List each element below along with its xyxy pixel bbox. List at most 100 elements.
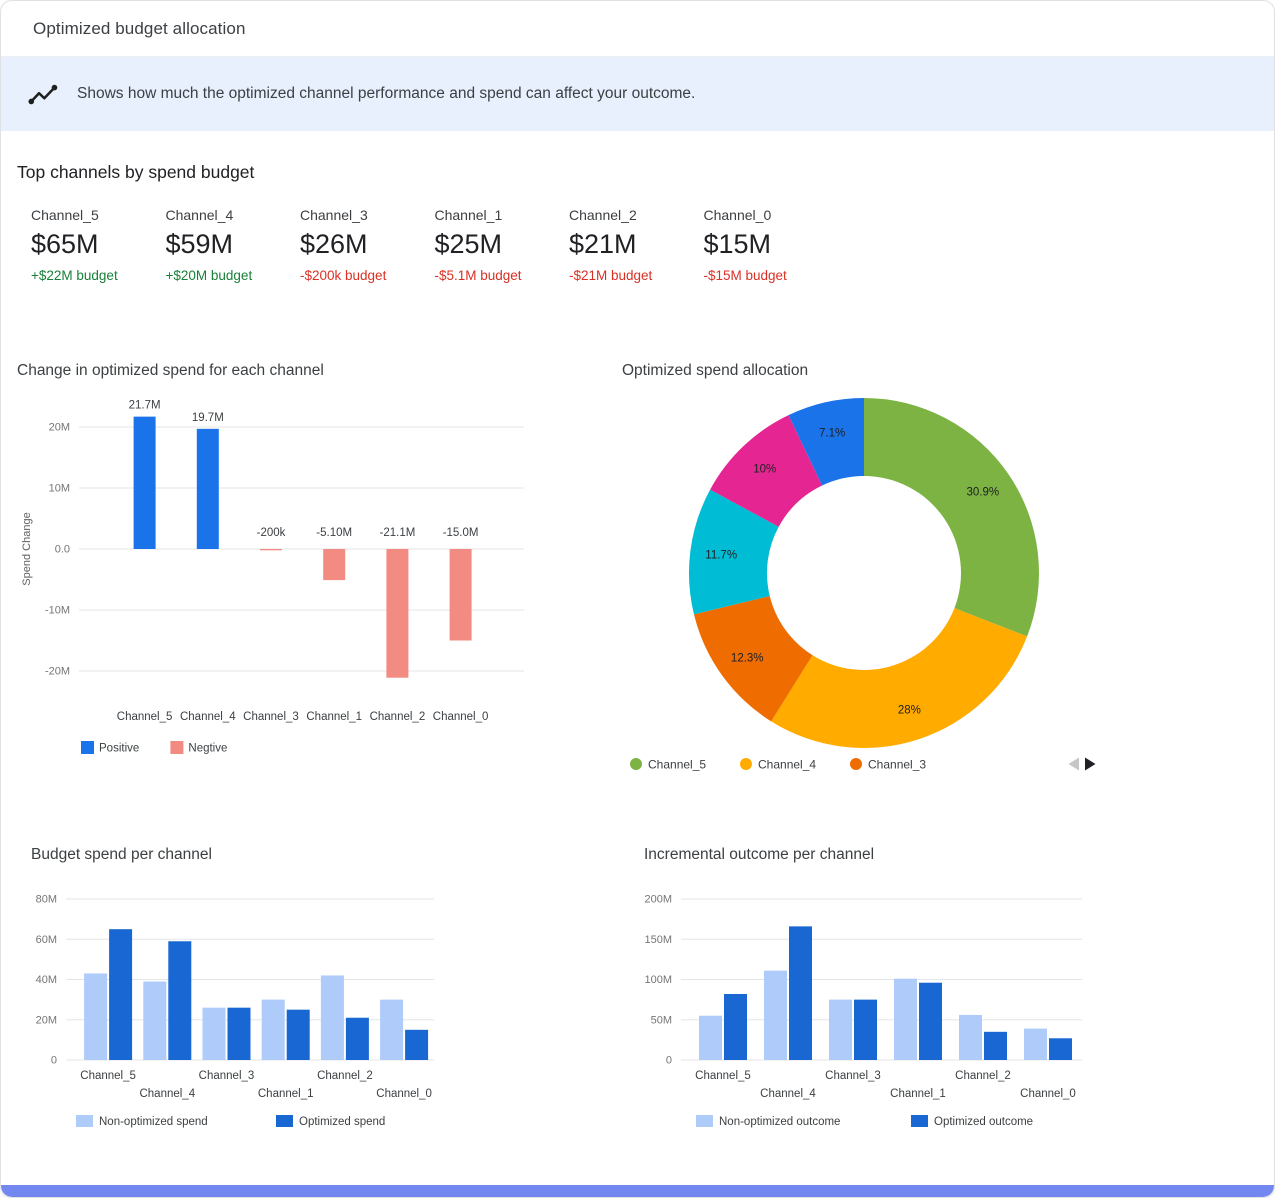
legend-label: Negtive [188,743,227,755]
x-tick-label: Channel_5 [117,711,173,723]
spend-change-bar [197,429,219,549]
legend-next-button[interactable] [1085,758,1096,771]
bar-value-label: 19.7M [192,412,224,424]
slice-percent-label: 11.7% [705,550,737,562]
optimized-bar [789,926,812,1060]
info-banner: Shows how much the optimized channel per… [1,57,1274,131]
optimized-bar [168,941,191,1060]
spend-change-bar [450,549,472,641]
x-tick-label: Channel_1 [258,1088,314,1100]
channel-card-channel_2: Channel_2$21M-$21M budget [569,208,704,283]
optimized-bar [1049,1038,1072,1060]
slice-percent-label: 28% [898,705,921,717]
x-tick-label: Channel_2 [370,711,426,723]
legend-swatch [76,1115,93,1127]
slice-percent-label: 10% [753,464,776,476]
non-optimized-bar [380,1000,403,1060]
y-tick-label: 60M [36,934,57,946]
legend-label: Optimized outcome [934,1116,1033,1128]
channel-name: Channel_2 [569,208,704,222]
donut-slice [864,398,1039,636]
optimized-bar [854,1000,877,1060]
legend-dot [630,758,642,770]
channel-spend-value: $21M [569,231,704,258]
channel-spend-value: $15M [704,231,839,258]
y-tick-label: 20M [49,422,70,434]
channel-budget-delta: -$200k budget [300,269,435,283]
spend-allocation-donut-chart: 30.9%28%12.3%11.7%10%7.1%Channel_5Channe… [622,389,1182,789]
y-tick-label: 100M [644,974,672,986]
insights-icon [27,78,59,110]
x-tick-label: Channel_1 [306,711,362,723]
optimized-bar [984,1032,1007,1060]
budget-spend-chart-title: Budget spend per channel [31,846,212,864]
optimized-bar [287,1010,310,1060]
bar-value-label: 21.7M [129,400,161,412]
spend-change-bar [323,549,345,580]
non-optimized-bar [84,973,107,1060]
y-tick-label: 150M [644,934,672,946]
y-tick-label: 50M [651,1014,672,1026]
channel-budget-delta: +$20M budget [166,269,301,283]
non-optimized-bar [894,979,917,1060]
top-channels-row: Channel_5 $65M +$22M budgetChannel_4$59M+$… [31,208,838,283]
optimized-bar [405,1030,428,1060]
channel-name: Channel_5 [31,208,166,222]
x-tick-label: Channel_3 [199,1070,255,1082]
legend-label: Non-optimized outcome [719,1116,840,1128]
y-tick-label: 40M [36,974,57,986]
y-tick-label: 0.0 [55,544,70,556]
legend-label: Channel_3 [868,758,926,772]
x-tick-label: Channel_4 [139,1088,195,1100]
legend-label: Channel_5 [648,758,706,772]
legend-dot [850,758,862,770]
bar-value-label: -200k [257,527,286,539]
channel-budget-delta: +$22M budget [31,269,166,283]
legend-swatch [276,1115,293,1127]
spend-allocation-chart-title: Optimized spend allocation [622,362,808,380]
slice-percent-label: 12.3% [731,652,764,664]
x-tick-label: Channel_2 [955,1070,1011,1082]
channel-spend-value: $65M [31,231,166,258]
optimized-bar [228,1008,251,1060]
channel-card-channel_4: Channel_4$59M+$20M budget [166,208,301,283]
y-tick-label: 0 [51,1055,57,1067]
x-tick-label: Channel_1 [890,1088,946,1100]
budget-spend-chart: 0 20M 40M 60M 80M Channel_5Channel_4 Channel_3… [31,881,511,1136]
non-optimized-bar [699,1016,722,1060]
spend-change-bar [134,417,156,549]
x-tick-label: Channel_2 [317,1070,373,1082]
channel-card-channel_5: Channel_5 $65M +$22M budget [31,208,166,283]
channel-card-channel_3: Channel_3$26M-$200k budget [300,208,435,283]
optimized-bar [346,1018,369,1060]
x-tick-label: Channel_0 [376,1088,432,1100]
legend-swatch [696,1115,713,1127]
legend-dot [740,758,752,770]
y-tick-label: -10M [45,605,70,617]
y-tick-label: -20M [45,666,70,678]
non-optimized-bar [1024,1029,1047,1060]
channel-name: Channel_3 [300,208,435,222]
x-tick-label: Channel_0 [1020,1088,1076,1100]
y-tick-label: 20M [36,1014,57,1026]
bottom-accent-bar [1,1185,1274,1197]
channel-card-channel_0: Channel_0$15M-$15M budget [704,208,839,283]
incremental-outcome-chart-title: Incremental outcome per channel [644,846,874,864]
bar-value-label: -21.1M [380,527,416,539]
optimized-bar [109,929,132,1060]
legend-swatch [81,741,94,754]
legend-label: Optimized spend [299,1116,385,1128]
bar-value-label: -15.0M [443,527,479,539]
spend-change-bar [260,549,282,550]
x-tick-label: Channel_0 [433,711,489,723]
card-titlebar: Optimized budget allocation [1,1,1274,57]
y-tick-label: 80M [36,894,57,906]
x-tick-label: Channel_3 [243,711,299,723]
bar-value-label: -5.10M [316,527,352,539]
channel-budget-delta: -$5.1M budget [435,269,570,283]
x-tick-label: Channel_5 [80,1070,136,1082]
non-optimized-bar [959,1015,982,1060]
legend-prev-button[interactable] [1069,758,1080,771]
non-optimized-bar [262,1000,285,1060]
y-tick-label: 200M [644,894,672,906]
